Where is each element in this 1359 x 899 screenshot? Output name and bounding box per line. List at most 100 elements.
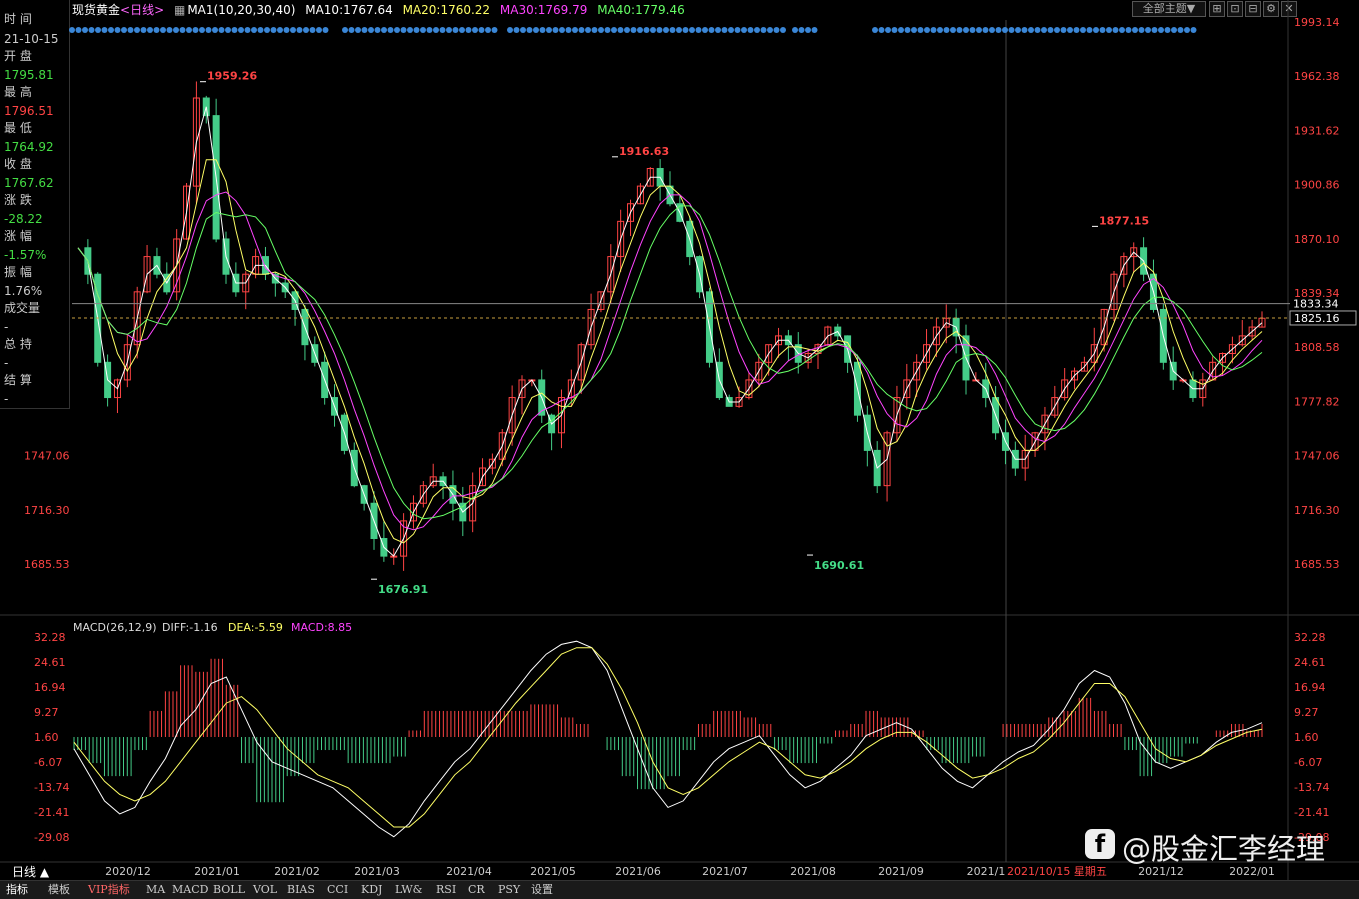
event-marker-dot	[426, 27, 433, 33]
event-marker-dot	[924, 27, 930, 33]
event-marker-dot	[394, 27, 400, 33]
event-marker-dot	[238, 27, 244, 33]
time-tick-label: 2020/12	[105, 865, 151, 878]
event-marker-dot	[1119, 27, 1125, 33]
event-marker-dot	[420, 27, 426, 33]
event-marker-dot	[1184, 27, 1190, 33]
macd-tick-label-left: -13.74	[34, 781, 69, 794]
macd-tick-label-left: 16.94	[34, 681, 66, 694]
price-tick-label: 1900.86	[1294, 179, 1340, 192]
event-marker-dot	[898, 27, 904, 33]
event-marker-dot	[604, 27, 611, 33]
event-marker-dot	[663, 27, 669, 33]
event-marker-dot	[1028, 27, 1034, 33]
event-marker-dot	[811, 27, 818, 33]
event-marker-dot	[780, 27, 786, 33]
event-marker-dot	[212, 27, 218, 33]
indicator-tab[interactable]: 模板	[48, 883, 70, 897]
event-marker-dot	[1177, 27, 1184, 33]
event-marker-dot	[989, 27, 995, 33]
event-marker-dot	[1112, 27, 1119, 33]
event-marker-dot	[956, 27, 963, 33]
indicator-tab[interactable]: VIP指标	[88, 883, 130, 897]
event-marker-dot	[552, 27, 559, 33]
event-marker-dot	[773, 27, 780, 33]
event-marker-dot	[231, 27, 238, 33]
macd-tick-label: 32.28	[1294, 631, 1326, 644]
macd-tick-label: -21.41	[1294, 806, 1329, 819]
event-marker-dot	[513, 27, 520, 33]
indicator-tab[interactable]: RSI	[436, 883, 456, 897]
event-marker-dot	[225, 27, 231, 33]
indicator-tab[interactable]: LW&	[395, 883, 422, 897]
indicator-tab[interactable]: CR	[468, 883, 485, 897]
time-tick-label: 2021/01	[194, 865, 240, 878]
indicator-tab[interactable]: PSY	[498, 883, 520, 897]
event-marker-dot	[342, 27, 348, 33]
event-marker-dot	[878, 27, 885, 33]
indicator-tab[interactable]: MACD	[172, 883, 208, 897]
indicator-tab[interactable]: BOLL	[213, 883, 245, 897]
price-tick-label: 1716.30	[1294, 504, 1340, 517]
event-marker-dot	[1047, 27, 1054, 33]
event-marker-dot	[446, 27, 452, 33]
event-marker-dot	[1171, 27, 1177, 33]
event-marker-dot	[407, 27, 413, 33]
time-tick-label: 2021/05	[530, 865, 576, 878]
event-marker-dot	[930, 27, 937, 33]
event-marker-dot	[270, 27, 277, 33]
indicator-tab[interactable]: 指标	[6, 883, 28, 897]
event-marker-dot	[695, 27, 702, 33]
indicator-tab[interactable]: CCI	[327, 883, 348, 897]
event-marker-dot	[624, 27, 630, 33]
event-marker-dot	[539, 27, 546, 33]
event-marker-dot	[218, 27, 225, 33]
macd-tick-label-left: -29.08	[34, 831, 69, 844]
event-marker-dot	[400, 27, 407, 33]
event-marker-dot	[1073, 27, 1080, 33]
price-tick-label: 1962.38	[1294, 70, 1340, 83]
event-marker-dot	[82, 27, 88, 33]
indicator-tab[interactable]: MA	[146, 883, 165, 897]
time-tick-label: 2021/09	[878, 865, 924, 878]
event-marker-dot	[682, 27, 689, 33]
event-marker-dot	[734, 27, 741, 33]
event-marker-dot	[591, 27, 598, 33]
period-button[interactable]: 日线 ▲	[12, 865, 49, 879]
macd-dea-value: DEA:-5.59	[228, 621, 283, 634]
time-tick-label: 2021/04	[446, 865, 492, 878]
event-marker-dot	[166, 27, 173, 33]
event-marker-dot	[747, 27, 754, 33]
event-marker-dot	[1015, 27, 1021, 33]
crosshair-date-label: 2021/10/15 星期五	[1007, 865, 1107, 878]
extreme-price-label: 1959.26	[207, 70, 257, 83]
time-tick-label: 2021/1	[967, 865, 1006, 878]
event-marker-dot	[1067, 27, 1073, 33]
event-marker-dot	[982, 27, 989, 33]
event-marker-dot	[153, 27, 160, 33]
macd-params-label: MACD(26,12,9)	[73, 621, 157, 634]
event-marker-dot	[669, 27, 676, 33]
price-tick-label: 1931.62	[1294, 124, 1340, 137]
event-marker-dot	[121, 27, 127, 33]
indicator-tab[interactable]: VOL	[253, 883, 277, 897]
macd-tick-label: 9.27	[1294, 706, 1319, 719]
event-marker-dot	[1138, 27, 1145, 33]
event-marker-dot	[290, 27, 296, 33]
price-tick-label: 1870.10	[1294, 233, 1340, 246]
event-marker-dot	[303, 27, 309, 33]
indicator-tab[interactable]: KDJ	[361, 883, 382, 897]
price-chart[interactable]: 1993.141962.381931.621900.861870.101839.…	[0, 0, 1359, 898]
event-marker-dot	[950, 27, 956, 33]
indicator-tab[interactable]: BIAS	[287, 883, 315, 897]
event-marker-dot	[316, 27, 322, 33]
event-marker-dot	[433, 27, 439, 33]
event-marker-dot	[439, 27, 446, 33]
indicator-tab[interactable]: 设置	[531, 883, 553, 897]
event-marker-dot	[244, 27, 251, 33]
watermark: @股金汇李经理	[1122, 832, 1326, 866]
event-marker-dot	[507, 27, 513, 33]
event-marker-dot	[689, 27, 695, 33]
macd-value: MACD:8.85	[291, 621, 352, 634]
event-marker-dot	[452, 27, 459, 33]
